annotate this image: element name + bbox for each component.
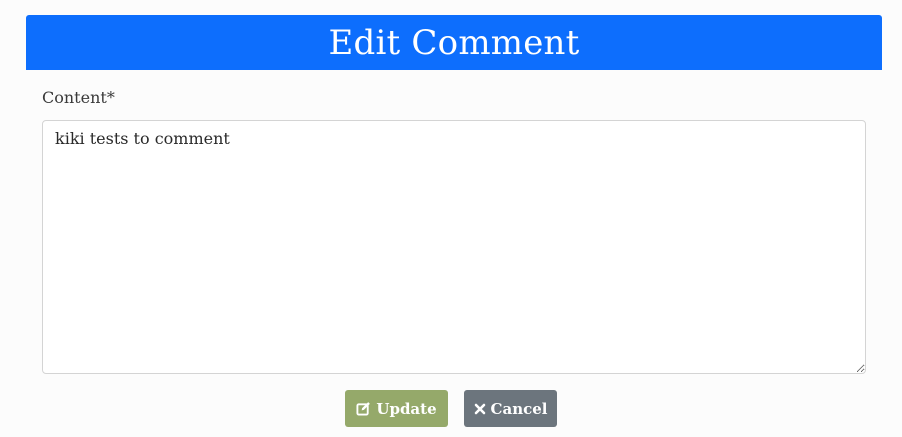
close-icon <box>474 401 486 417</box>
form-actions: Update Cancel <box>0 390 902 427</box>
content-textarea[interactable]: kiki tests to comment <box>42 120 866 374</box>
content-label: Content* <box>42 88 115 107</box>
update-button[interactable]: Update <box>345 390 448 427</box>
page-header: Edit Comment <box>26 15 882 70</box>
edit-icon <box>356 401 371 417</box>
page-title: Edit Comment <box>328 22 580 63</box>
edit-comment-page: Edit Comment Content* kiki tests to comm… <box>0 0 902 437</box>
cancel-button[interactable]: Cancel <box>464 390 557 427</box>
update-button-label: Update <box>376 399 437 418</box>
cancel-button-label: Cancel <box>490 399 548 418</box>
content-field-wrapper: kiki tests to comment <box>42 120 866 374</box>
